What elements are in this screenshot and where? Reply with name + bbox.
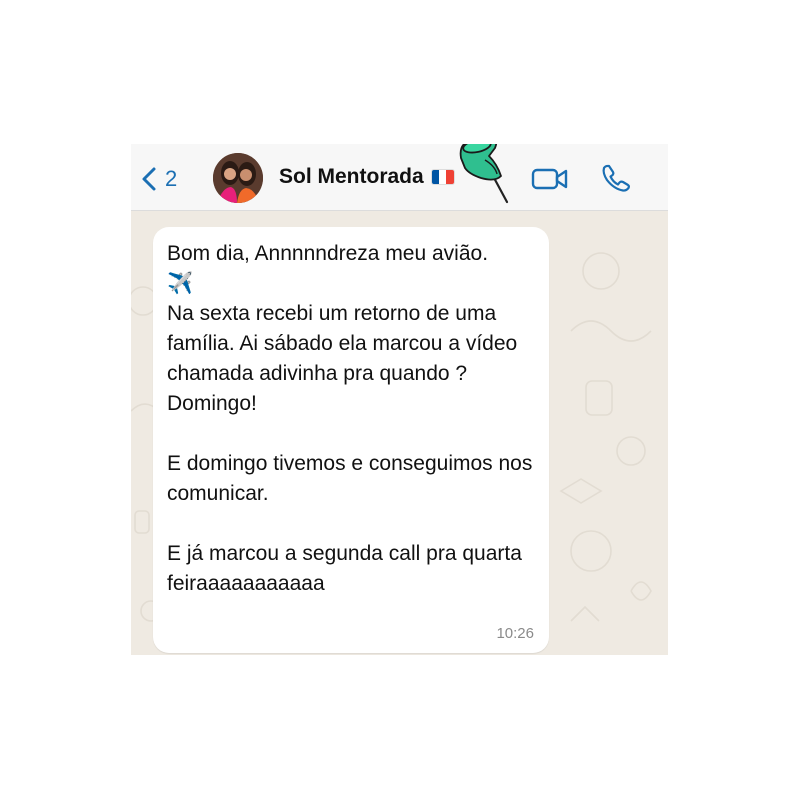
- france-flag-icon: [431, 170, 454, 184]
- contact-name[interactable]: Sol Mentorada: [279, 165, 454, 189]
- message-bubble[interactable]: Bom dia, Annnnndreza meu avião. ✈️ Na se…: [153, 227, 549, 653]
- chat-header: 2 Sol Mentorada: [131, 144, 668, 211]
- unread-count: 2: [165, 166, 178, 191]
- chevron-left-icon: [142, 167, 156, 191]
- pin-icon: [459, 144, 509, 204]
- video-camera-icon[interactable]: [531, 166, 569, 192]
- chat-window: 2 Sol Mentorada Bom dia, Annnnndreza meu…: [131, 144, 668, 655]
- message-time: 10:26: [496, 625, 534, 642]
- avatar[interactable]: [213, 153, 263, 203]
- back-button[interactable]: 2: [141, 164, 177, 194]
- phone-icon[interactable]: [601, 163, 631, 193]
- message-text: Bom dia, Annnnndreza meu avião. ✈️ Na se…: [167, 242, 533, 595]
